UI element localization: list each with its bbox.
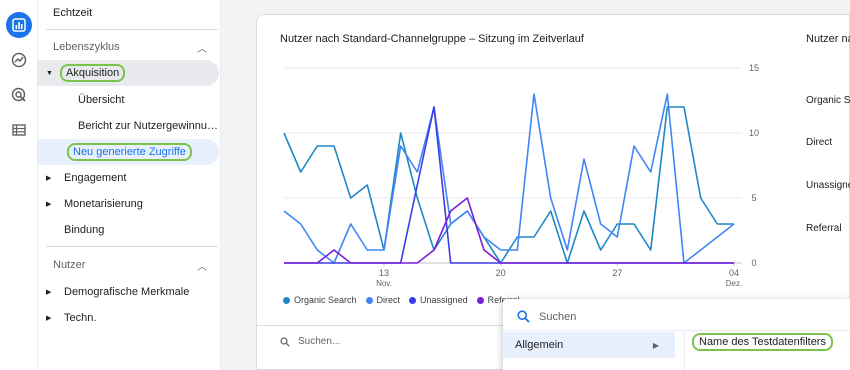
report-navigation: Echtzeit Lebenszyklus ︿ ▼ Akquisition Üb… <box>38 0 221 370</box>
divider <box>46 29 218 30</box>
caret-right-icon: ▶ <box>46 175 52 182</box>
nav-item-engagement[interactable]: ▶ Engagement <box>38 165 219 191</box>
side-label-organic: Organic Sear <box>806 95 850 106</box>
nav-item-label: Bindung <box>64 224 105 236</box>
legend-item[interactable]: Direct <box>365 295 401 305</box>
y-tick-label: 15 <box>749 63 759 73</box>
nav-item-label: Techn. <box>64 312 97 324</box>
series-line-referral <box>284 197 734 264</box>
divider <box>503 330 850 331</box>
menu-item-allgemein[interactable]: Allgemein ▶ <box>503 332 675 358</box>
nav-item-neu-generierte-zugriffe[interactable]: Neu generierte Zugriffe <box>38 139 219 165</box>
icon-rail <box>0 0 38 370</box>
search-icon <box>280 336 290 347</box>
nav-item-label: Übersicht <box>78 94 125 106</box>
nav-item-nutzergewinnung[interactable]: Bericht zur Nutzergewinnu… <box>38 113 219 139</box>
legend-item[interactable]: Organic Search <box>283 295 357 305</box>
nav-item-bindung[interactable]: Bindung <box>38 217 219 243</box>
side-label-unassigned: Unassigne <box>806 180 850 191</box>
nav-item-label: Akquisition <box>60 64 126 82</box>
search-placeholder: Suchen... <box>298 336 341 347</box>
x-tick-label: 20 <box>496 268 506 278</box>
divider <box>684 332 685 370</box>
section-label: Nutzer <box>53 259 86 271</box>
submenu-item-testdatenfilter[interactable]: Name des Testdatenfilters <box>692 333 833 351</box>
divider <box>46 246 218 247</box>
section-label: Lebenszyklus <box>53 41 120 53</box>
side-label-referral: Referral <box>806 223 842 234</box>
chart-title: Nutzer nach Standard-Channelgruppe – Sit… <box>280 33 584 45</box>
legend-label: Organic Search <box>294 295 357 305</box>
x-tick-label: 13 <box>379 268 389 278</box>
configure-icon[interactable] <box>6 117 32 143</box>
nav-item-label: Monetarisierung <box>64 198 143 210</box>
series-line-organic-search <box>283 106 734 264</box>
explore-icon[interactable] <box>6 47 32 73</box>
dimension-dropdown-menu: Suchen Allgemein ▶ Name des Testdatenfil… <box>503 299 850 370</box>
caret-down-icon: ▼ <box>46 69 53 77</box>
series-line-unassigned <box>284 106 734 264</box>
legend-label: Direct <box>376 295 401 305</box>
nav-item-uebersicht[interactable]: Übersicht <box>38 87 219 113</box>
legend-item[interactable]: Unassigned <box>409 295 468 305</box>
nav-item-akquisition[interactable]: ▼ Akquisition <box>38 60 219 86</box>
legend-dot <box>409 296 417 304</box>
side-label-direct: Direct <box>806 137 833 148</box>
search-icon <box>517 310 530 323</box>
caret-right-icon: ▶ <box>46 315 52 322</box>
chart-legend: Organic Search Direct Unassigned Referra… <box>283 295 529 305</box>
menu-search-placeholder: Suchen <box>539 310 577 323</box>
menu-item-label: Allgemein <box>515 339 564 351</box>
reports-icon[interactable] <box>6 12 32 38</box>
nav-item-echtzeit[interactable]: Echtzeit <box>38 0 219 26</box>
section-nutzer[interactable]: Nutzer ︿ <box>38 252 219 278</box>
submenu-item-label: Name des Testdatenfilters <box>692 333 833 351</box>
legend-dot <box>283 296 290 304</box>
caret-right-icon: ▶ <box>46 289 52 296</box>
section-lebenszyklus[interactable]: Lebenszyklus ︿ <box>38 34 219 60</box>
x-tick-label: 04 <box>729 268 739 278</box>
nav-item-label: Engagement <box>64 172 127 184</box>
y-tick-label: 5 <box>751 193 756 203</box>
legend-dot <box>476 296 484 304</box>
caret-right-icon: ▶ <box>46 201 52 208</box>
legend-dot <box>365 296 373 304</box>
nav-item-demografische-merkmale[interactable]: ▶ Demografische Merkmale <box>38 279 219 305</box>
x-tick-sublabel: Nov. <box>376 279 392 288</box>
x-tick-sublabel: Dez. <box>726 279 742 288</box>
nav-item-techn[interactable]: ▶ Techn. <box>38 305 219 331</box>
nav-item-label: Echtzeit <box>53 7 93 19</box>
advertising-icon[interactable] <box>6 82 32 108</box>
table-search-input[interactable]: Suchen... <box>256 325 506 357</box>
chevron-up-icon: ︿ <box>197 43 207 55</box>
caret-right-icon: ▶ <box>652 340 659 350</box>
legend-label: Unassigned <box>420 295 468 305</box>
nav-item-monetarisierung[interactable]: ▶ Monetarisierung <box>38 191 219 217</box>
chevron-up-icon: ︿ <box>197 261 207 273</box>
side-table-title: Nutzer na <box>806 33 850 45</box>
nav-item-label: Bericht zur Nutzergewinnu… <box>78 120 219 132</box>
nav-item-label: Neu generierte Zugriffe <box>67 143 192 161</box>
y-tick-label: 0 <box>751 258 756 268</box>
menu-search-input[interactable]: Suchen <box>517 310 576 323</box>
x-tick-label: 27 <box>612 268 622 278</box>
nav-item-label: Demografische Merkmale <box>64 286 190 298</box>
y-tick-label: 10 <box>749 128 759 138</box>
line-chart: 0 5 10 15 13Nov. 20 27 04Dez. <box>283 63 759 288</box>
